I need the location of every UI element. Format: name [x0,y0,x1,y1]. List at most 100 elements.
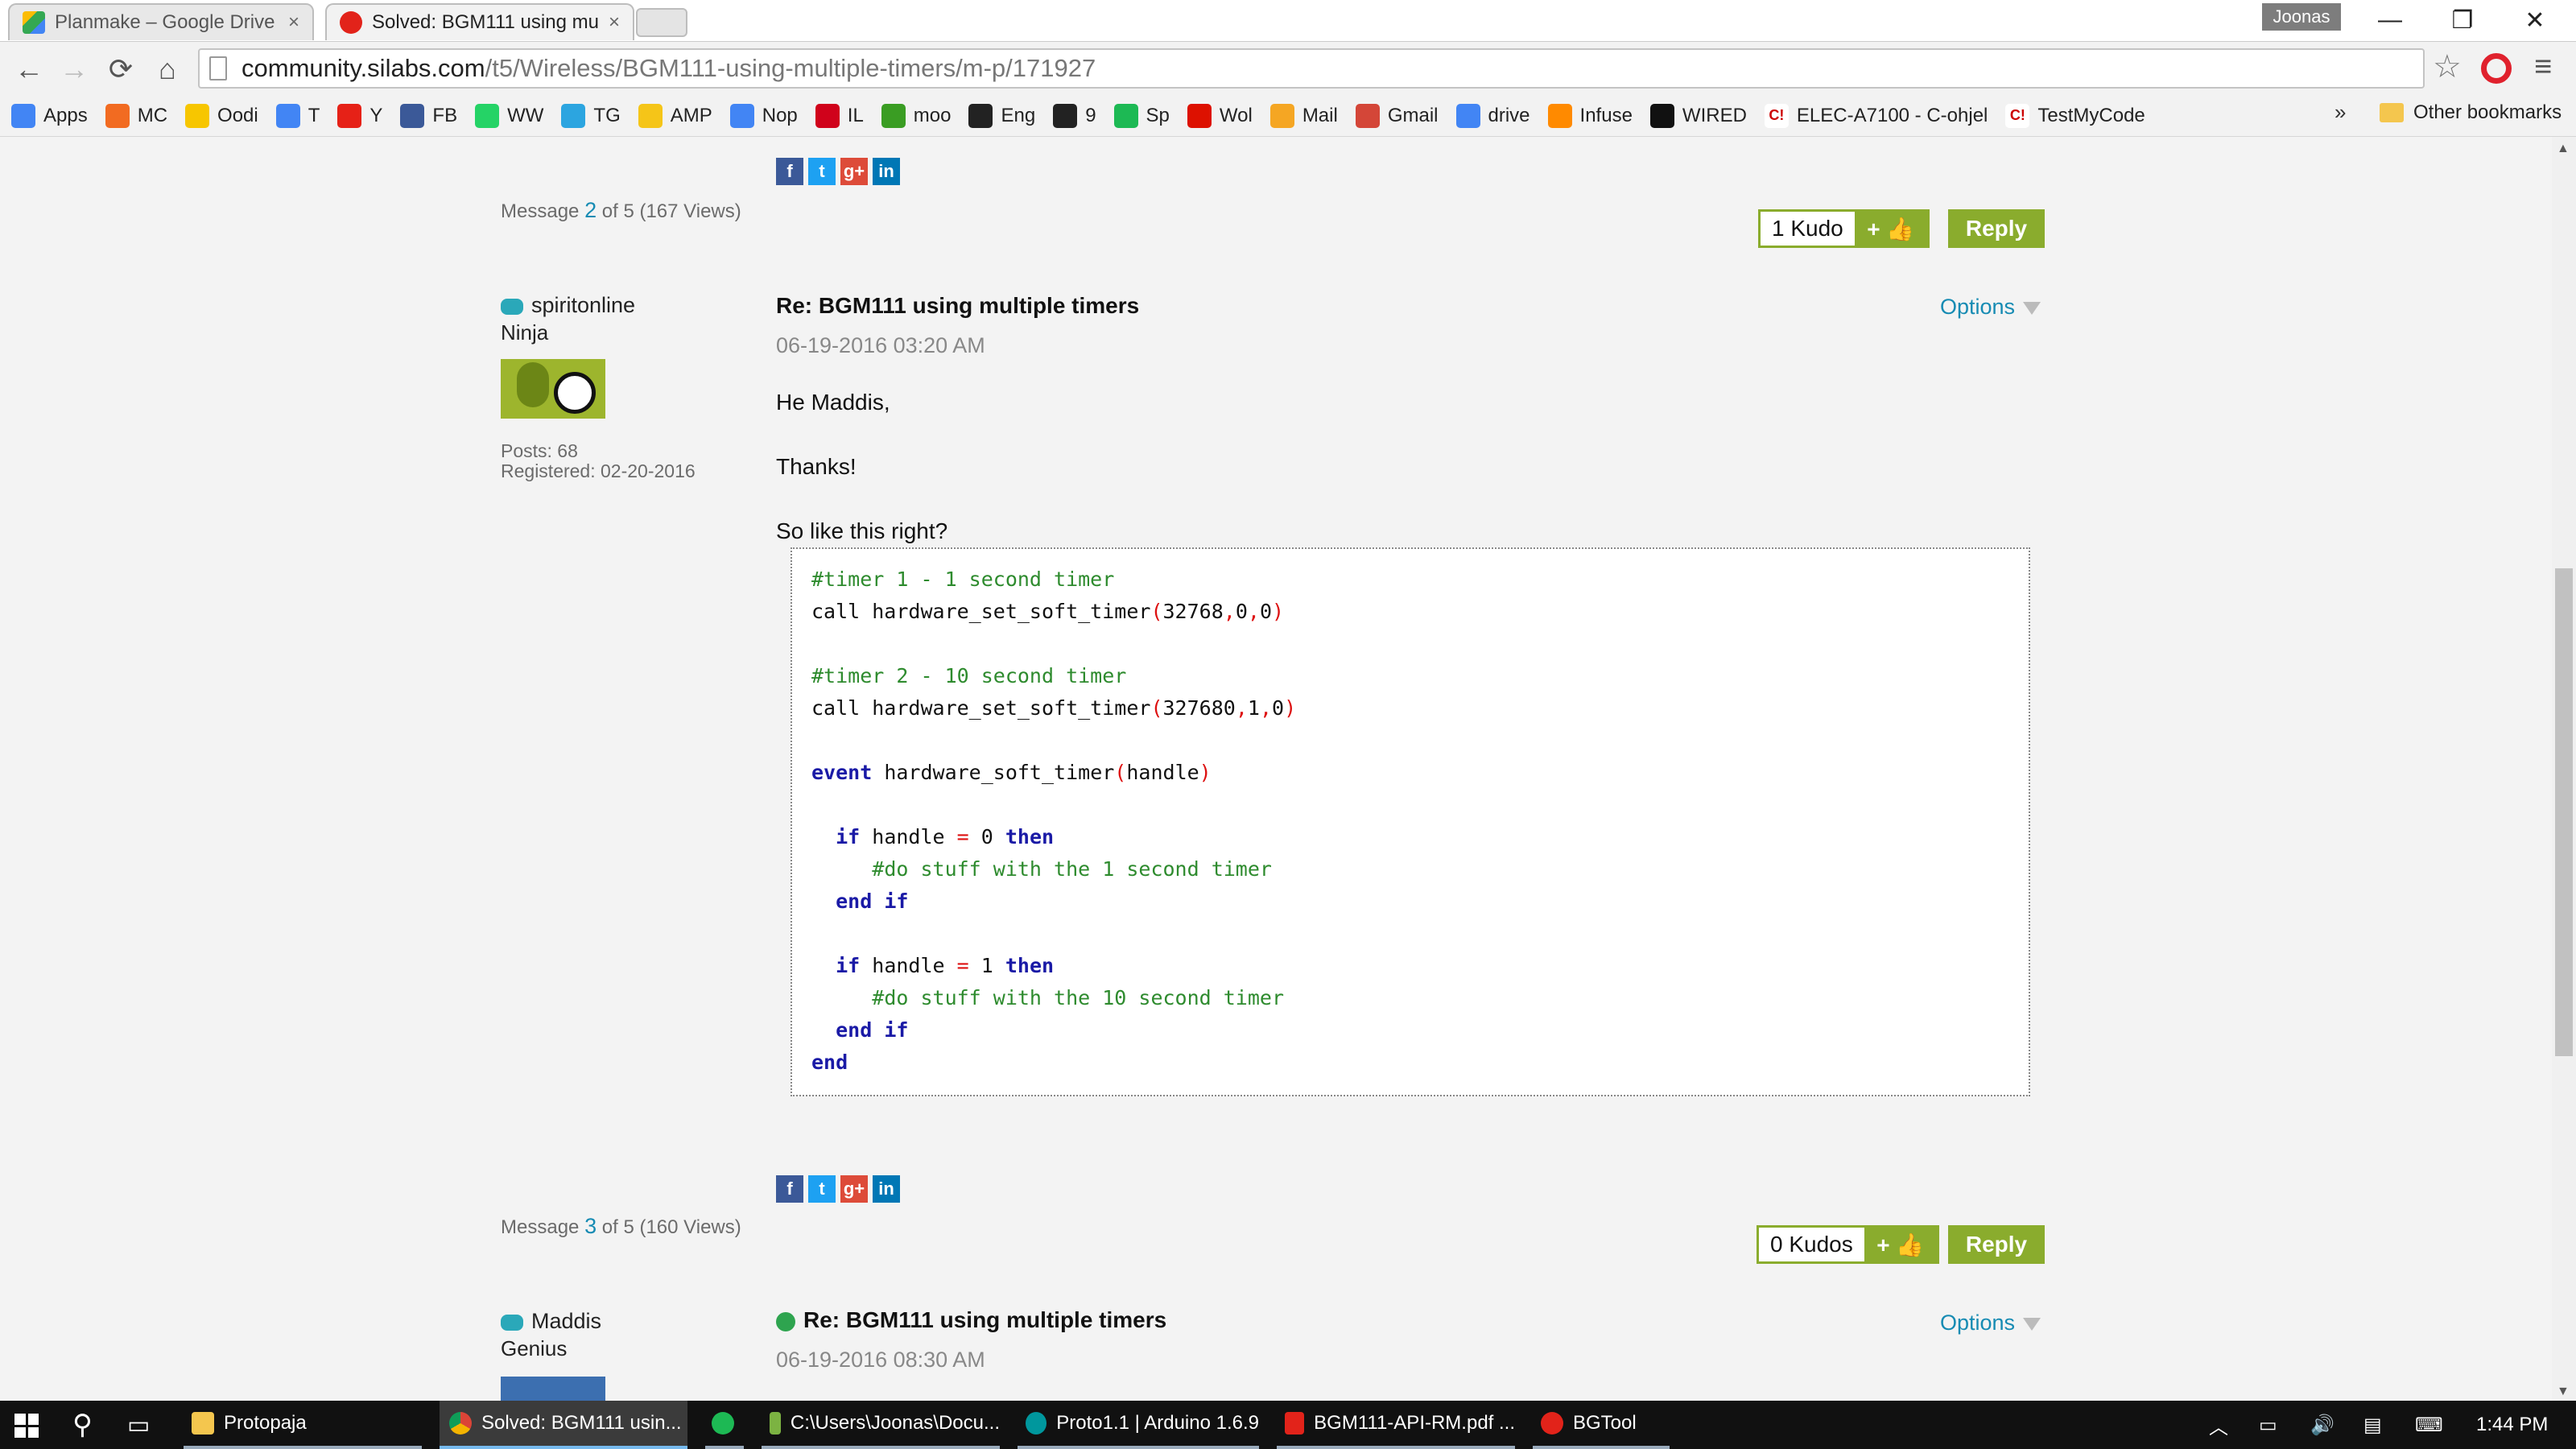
taskbar-item-protopaja[interactable]: Protopaja [184,1401,422,1449]
bookmark-item[interactable]: Wol [1187,103,1253,128]
bookmark-label: Wol [1219,104,1253,126]
code-number: 0 [968,825,1005,848]
tab-google-drive[interactable]: Planmake – Google Drive × [8,3,314,40]
bookmark-item[interactable]: Nop [729,103,798,128]
windows-start-icon[interactable] [14,1414,39,1438]
bookmark-item[interactable]: Infuse [1547,103,1633,128]
code-comma: , [1247,600,1260,623]
linkedin-share-icon[interactable]: in [873,158,900,185]
forward-icon[interactable]: → [55,50,93,89]
bookmark-item[interactable]: C! TestMyCode [2005,103,2145,128]
registered-date: Registered: 02-20-2016 [501,460,696,481]
keyboard-icon[interactable]: ⌨ [2415,1401,2443,1449]
clock[interactable]: 1:44 PM [2476,1401,2548,1449]
bookmark-item[interactable]: Apps [11,103,88,128]
author-name[interactable]: Maddis [501,1309,601,1334]
bookmark-item[interactable]: WW [475,103,543,128]
bookmark-item[interactable]: TG [561,103,621,128]
post-greeting: He Maddis, [776,390,890,415]
bookmark-label: FB [432,104,458,126]
author-name[interactable]: spiritonline [501,293,635,318]
telegram-icon [561,103,586,128]
googleplus-share-icon[interactable]: g+ [840,158,868,185]
scroll-up-icon[interactable]: ▲ [2557,142,2570,156]
bookmark-item[interactable]: drive [1455,103,1530,128]
kudo-count[interactable]: 1 Kudo [1761,212,1855,246]
author-link[interactable]: Maddis [531,1309,601,1333]
give-kudo-button[interactable]: + 👍 [1854,212,1927,246]
close-window-button[interactable]: ✕ [2499,0,2571,40]
minimize-button[interactable]: — [2354,0,2426,40]
search-icon[interactable]: ⚲ [72,1401,93,1449]
message-number-link[interactable]: 2 [584,198,597,222]
restore-button[interactable]: ❐ [2426,0,2499,40]
taskbar-item-chrome[interactable]: Solved: BGM111 usin... [440,1401,687,1449]
googleplus-share-icon[interactable]: g+ [840,1175,868,1203]
code-line: event hardware_soft_timer(handle) [811,757,2009,789]
bookmark-item[interactable]: Eng [968,103,1035,128]
profile-button[interactable]: Joonas [2262,3,2341,31]
bookmark-item[interactable]: Gmail [1355,103,1439,128]
facebook-share-icon[interactable]: f [776,158,803,185]
new-tab-button[interactable] [636,8,687,37]
taskbar-item-spotify[interactable] [705,1401,744,1449]
bookmark-item[interactable]: T [275,103,320,128]
more-bookmarks-icon[interactable]: » [2334,100,2346,125]
post-subject[interactable]: Re: BGM111 using multiple timers [776,293,1139,319]
scrollbar-thumb[interactable] [2555,568,2573,1056]
vertical-scrollbar[interactable]: ▲ ▼ [2552,137,2576,1401]
volume-icon[interactable]: 🔊 [2310,1401,2334,1449]
twitter-share-icon[interactable]: t [808,158,836,185]
bookmark-item[interactable]: FB [400,103,458,128]
post-date: 06-19-2016 03:20 AM [776,333,985,357]
linkedin-share-icon[interactable]: in [873,1175,900,1203]
windows-taskbar: ⚲ ▭ Protopaja Solved: BGM111 usin... C:\… [0,1401,2576,1449]
bookmark-item[interactable]: Oodi [185,103,258,128]
taskbar-item-bgtool[interactable]: BGTool [1533,1401,1670,1449]
close-tab-icon[interactable]: × [609,11,620,34]
address-bar[interactable]: community.silabs.com/t5/Wireless/BGM111-… [198,48,2425,89]
notifications-icon[interactable]: ▤ [2363,1401,2382,1449]
author-rank: Ninja [501,320,549,345]
avatar[interactable] [501,1377,605,1401]
battery-icon[interactable]: ▭ [2259,1401,2277,1449]
bookmark-item[interactable]: 9 [1053,103,1096,128]
message-number-link[interactable]: 3 [584,1214,597,1238]
bookmark-item[interactable]: Y [337,103,382,128]
menu-icon[interactable]: ≡ [2534,50,2552,85]
bookmark-star-icon[interactable]: ☆ [2433,48,2462,85]
options-menu[interactable]: Options [1940,1311,2041,1335]
home-icon[interactable]: ⌂ [148,50,187,89]
bookmark-item[interactable]: MC [105,103,167,128]
author-link[interactable]: spiritonline [531,293,635,317]
close-tab-icon[interactable]: × [288,11,299,34]
reply-button[interactable]: Reply [1948,1225,2045,1264]
bookmark-item[interactable]: IL [815,103,864,128]
other-bookmarks[interactable]: Other bookmarks [2380,101,2562,124]
opera-icon[interactable] [2481,53,2512,84]
bookmark-item[interactable]: C! ELEC-A7100 - C-ohjel [1764,103,1988,128]
tab-solved-bgm111[interactable]: Solved: BGM111 using mu × [325,3,634,40]
taskbar-item-arduino[interactable]: Proto1.1 | Arduino 1.6.9 [1018,1401,1259,1449]
post-subject[interactable]: Re: BGM111 using multiple timers [776,1307,1166,1333]
reload-icon[interactable]: ⟳ [101,50,140,89]
bookmark-item[interactable]: WIRED [1649,103,1747,128]
facebook-share-icon[interactable]: f [776,1175,803,1203]
give-kudo-button[interactable]: + 👍 [1864,1228,1937,1261]
reply-button[interactable]: Reply [1948,209,2045,248]
bookmark-item[interactable]: moo [881,103,951,128]
taskbar-item-pdf[interactable]: BGM111-API-RM.pdf ... [1277,1401,1515,1449]
task-view-icon[interactable]: ▭ [127,1401,150,1449]
back-icon[interactable]: ← [10,50,48,89]
avatar[interactable] [501,359,605,419]
code-comma: , [1259,696,1272,720]
bookmark-item[interactable]: Sp [1113,103,1170,128]
kudo-count[interactable]: 0 Kudos [1759,1228,1864,1261]
options-menu[interactable]: Options [1940,295,2041,320]
taskbar-item-notepad[interactable]: C:\Users\Joonas\Docu... [762,1401,1000,1449]
bookmark-item[interactable]: Mail [1269,103,1338,128]
scroll-down-icon[interactable]: ▼ [2557,1385,2570,1399]
twitter-share-icon[interactable]: t [808,1175,836,1203]
tray-chevron-icon[interactable]: ︿ [2209,1401,2228,1449]
bookmark-item[interactable]: AMP [638,103,712,128]
